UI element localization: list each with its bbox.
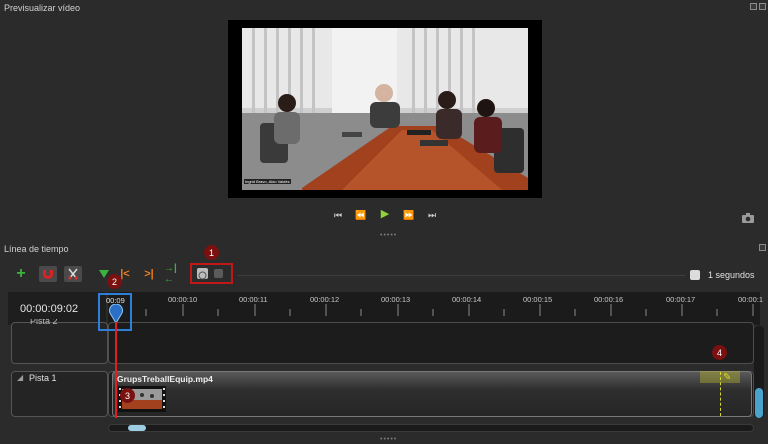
annotation-marker-1: 1 — [204, 245, 219, 260]
annotation-marker-4: 4 — [712, 345, 727, 360]
fast-forward-button[interactable]: ⏩ — [402, 209, 416, 221]
annotation-marker-2: 2 — [107, 274, 122, 289]
zoom-slider-handle[interactable] — [690, 270, 700, 280]
timing-toggle-button[interactable] — [197, 268, 208, 280]
collapse-arrow-icon[interactable]: ◢ — [17, 373, 23, 382]
timeline-title: Línea de tiempo — [4, 244, 69, 254]
track-header-1[interactable] — [11, 371, 108, 417]
timeline-float-button[interactable] — [759, 244, 766, 251]
horizontal-scrollbar[interactable] — [108, 424, 754, 432]
razor-icon[interactable] — [64, 266, 82, 282]
marker-line — [720, 372, 722, 416]
playhead-line[interactable] — [115, 322, 117, 418]
track-name-2: Pista 2 — [30, 319, 58, 326]
jump-end-button[interactable]: ⏭ — [425, 209, 439, 221]
zoom-slider-track[interactable] — [238, 275, 685, 276]
clip-name: GrupsTreballEquip.mp4 — [117, 374, 213, 384]
pencil-icon[interactable]: ✎ — [723, 372, 731, 383]
add-track-icon[interactable]: + — [12, 265, 30, 282]
camera-icon[interactable] — [742, 210, 754, 228]
track-lane-2[interactable] — [108, 322, 754, 364]
next-marker-icon[interactable]: >| — [140, 266, 158, 282]
zoom-label: 1 segundos — [708, 270, 755, 280]
video-caption: Ingrid Bravo, Aldo Valdés — [244, 179, 291, 184]
current-time: 00:00:09:02 — [20, 303, 79, 315]
center-playhead-icon[interactable]: →|← — [164, 263, 182, 285]
preview-title: Previsualizar vídeo — [4, 3, 81, 13]
snap-magnet-icon[interactable] — [39, 266, 57, 282]
preview-close-button[interactable] — [759, 3, 766, 10]
vertical-scroll-thumb[interactable] — [755, 388, 763, 418]
secondary-toggle-button[interactable] — [214, 269, 223, 278]
track-header-2[interactable] — [11, 322, 108, 364]
video-image: Ingrid Bravo, Aldo Valdés — [242, 28, 528, 190]
annotation-marker-3: 3 — [120, 388, 135, 403]
video-preview-panel: Previsualizar vídeo Ingrid Bravo, Aldo V… — [0, 0, 768, 239]
rewind-button[interactable]: ⏪ — [354, 209, 368, 221]
jump-start-button[interactable]: ⏮ — [331, 209, 345, 221]
preview-float-button[interactable] — [750, 3, 757, 10]
horizontal-scroll-thumb[interactable] — [128, 425, 146, 431]
track-name-1: Pista 1 — [29, 373, 57, 383]
splitter-handle[interactable]: ••••• — [380, 232, 397, 239]
bottom-splitter-handle[interactable]: ••••• — [380, 436, 397, 443]
play-button[interactable]: ▶ — [378, 208, 392, 220]
